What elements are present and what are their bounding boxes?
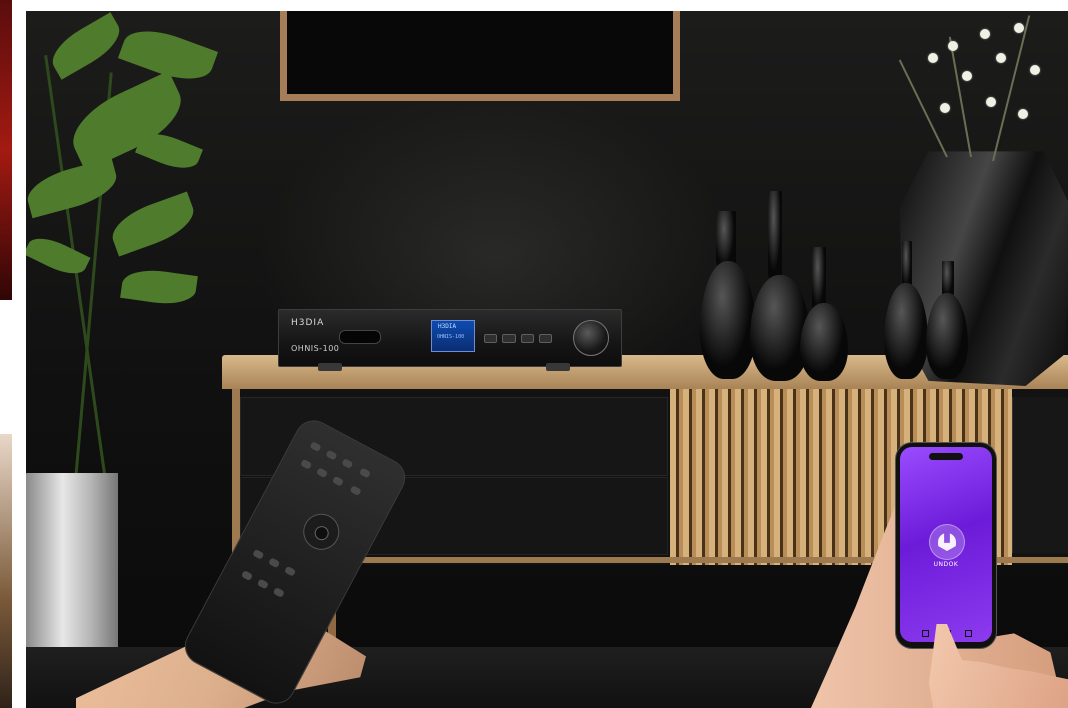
phone-screen: UNDOK xyxy=(900,447,992,642)
volume-knob xyxy=(573,320,609,356)
amp-foot xyxy=(546,363,570,371)
amp-button xyxy=(538,334,552,343)
remote-button xyxy=(316,467,329,479)
remote-button xyxy=(358,467,372,479)
app-label: UNDOK xyxy=(933,561,959,568)
smartphone: UNDOK xyxy=(896,443,996,648)
undok-icon xyxy=(938,533,956,551)
flower xyxy=(948,41,958,51)
back-icon xyxy=(922,630,929,637)
leaf xyxy=(106,191,200,257)
remote-button xyxy=(240,570,254,581)
leaf xyxy=(44,12,128,80)
phone-notch xyxy=(929,453,963,460)
white-planter xyxy=(26,473,118,655)
vase xyxy=(700,261,756,379)
flower xyxy=(980,29,990,39)
amp-model: OHNIS-100 xyxy=(291,344,340,353)
remote-button xyxy=(300,458,313,470)
potted-plant xyxy=(26,11,246,482)
red-photo-fragment xyxy=(0,0,12,300)
amp-foot xyxy=(318,363,342,371)
remote-button xyxy=(349,485,362,497)
remote-button xyxy=(341,458,354,469)
leaf xyxy=(26,157,122,219)
twig xyxy=(948,36,972,158)
flower xyxy=(940,103,950,113)
vase xyxy=(926,293,968,379)
amp-button xyxy=(520,334,534,343)
app-logo-icon xyxy=(929,524,965,560)
flower xyxy=(1030,65,1040,75)
portrait-photo-fragment xyxy=(0,434,12,708)
twig xyxy=(992,15,1031,162)
remote-button xyxy=(268,557,281,569)
wall-frame xyxy=(280,11,680,101)
remote-button xyxy=(252,548,265,560)
living-room-photo: H3DIA OHNIS-100 H3DIA OHNIS-100 UNDOK xyxy=(26,11,1068,708)
amp-button xyxy=(502,334,516,343)
vase xyxy=(750,275,810,381)
console-side-panel xyxy=(1012,397,1068,553)
remote-button xyxy=(284,565,297,577)
flower xyxy=(962,71,972,81)
stereo-amplifier: H3DIA OHNIS-100 H3DIA OHNIS-100 xyxy=(278,309,622,367)
left-photo-strip xyxy=(0,0,12,708)
vase xyxy=(800,303,848,381)
black-vases xyxy=(676,191,866,381)
flower xyxy=(928,53,938,63)
vase xyxy=(884,283,928,379)
leaf xyxy=(26,230,91,282)
amp-buttons xyxy=(484,334,552,346)
small-black-vases xyxy=(884,241,974,381)
remote-button xyxy=(325,449,338,461)
recent-apps-icon xyxy=(965,630,972,637)
amp-button xyxy=(484,334,498,343)
amp-display-brand: H3DIA xyxy=(438,323,457,330)
amp-display-model: OHNIS-100 xyxy=(437,334,465,340)
dried-flowers xyxy=(876,11,1066,171)
flower xyxy=(1014,23,1024,33)
product-scene: H3DIA OHNIS-100 H3DIA OHNIS-100 UNDOK xyxy=(0,0,1068,708)
remote-button xyxy=(272,587,285,598)
amp-disc-slot xyxy=(339,330,381,344)
leaf xyxy=(120,266,198,308)
amp-brand: H3DIA xyxy=(291,318,325,328)
remote-button xyxy=(331,475,345,487)
remote-button xyxy=(256,578,269,590)
remote-button xyxy=(309,441,322,453)
flower xyxy=(996,53,1006,63)
flower xyxy=(986,97,996,107)
flower xyxy=(1018,109,1028,119)
amp-display: H3DIA OHNIS-100 xyxy=(431,320,475,352)
vase-neck xyxy=(768,191,782,281)
